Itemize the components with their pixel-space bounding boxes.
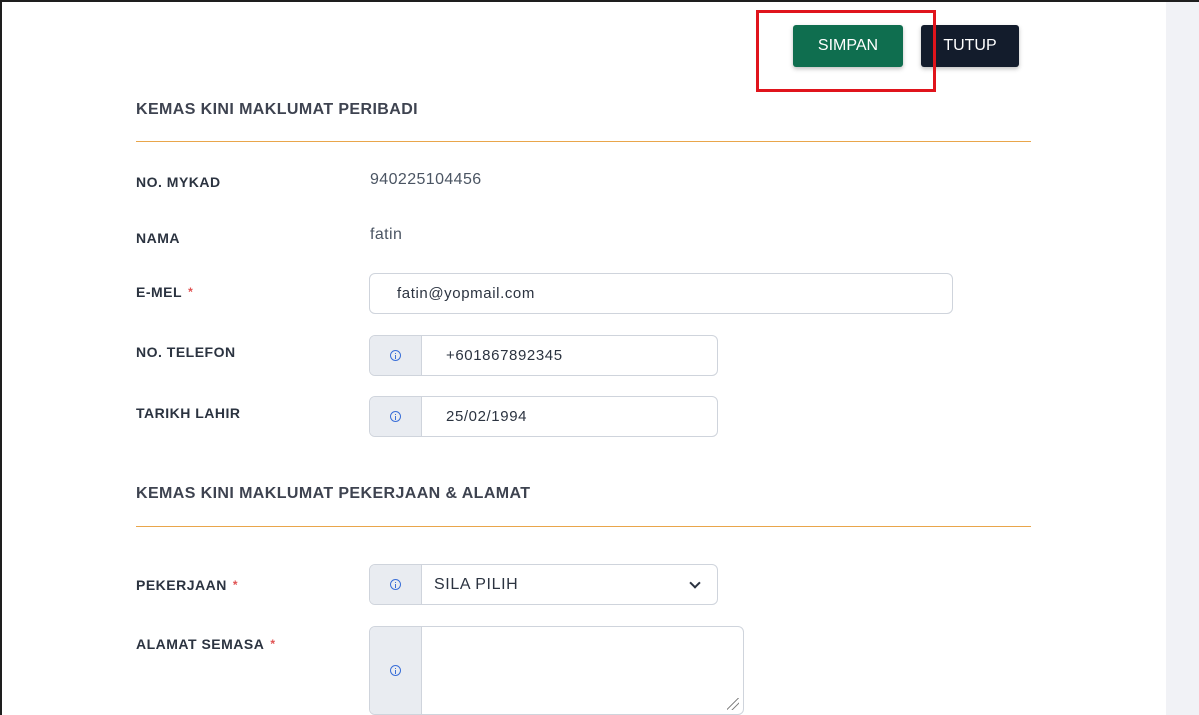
alamat-addon — [370, 627, 422, 714]
tarikh-lahir-label: TARIKH LAHIR — [136, 405, 241, 421]
tarikh-lahir-field-value: 25/02/1994 — [446, 408, 528, 425]
email-field-value: fatin@yopmail.com — [397, 285, 535, 302]
pekerjaan-selected-value: SILA PILIH — [434, 575, 519, 593]
email-label: E-MEL * — [136, 284, 193, 300]
telefon-field[interactable]: +601867892345 — [369, 335, 718, 376]
pekerjaan-label-text: PEKERJAAN — [136, 577, 227, 593]
telefon-label: NO. TELEFON — [136, 344, 236, 360]
save-button[interactable]: SIMPAN — [793, 25, 903, 67]
alamat-textarea[interactable] — [369, 626, 744, 715]
section-divider — [136, 141, 1031, 142]
mykad-value: 940225104456 — [370, 171, 482, 188]
nama-label: NAMA — [136, 230, 180, 246]
email-label-text: E-MEL — [136, 284, 183, 300]
chevron-down-icon[interactable] — [689, 576, 701, 589]
alamat-label: ALAMAT SEMASA * — [136, 636, 276, 652]
section-title-job-address: KEMAS KINI MAKLUMAT PEKERJAAN & ALAMAT — [136, 485, 531, 502]
alamat-label-text: ALAMAT SEMASA — [136, 636, 265, 652]
info-icon — [390, 579, 401, 590]
info-icon — [390, 350, 401, 361]
telefon-field-value: +601867892345 — [446, 347, 563, 364]
info-icon — [390, 665, 401, 676]
required-mark: * — [232, 578, 239, 592]
mykad-label: NO. MYKAD — [136, 174, 221, 190]
required-mark: * — [188, 285, 194, 299]
alamat-textarea-input[interactable] — [422, 627, 743, 714]
info-icon — [390, 411, 401, 422]
resize-handle-icon[interactable] — [727, 698, 739, 710]
section-divider — [136, 526, 1031, 527]
pekerjaan-addon — [370, 565, 422, 604]
pekerjaan-label: PEKERJAAN * — [136, 577, 238, 593]
tarikh-lahir-addon — [370, 397, 422, 436]
close-button[interactable]: TUTUP — [921, 25, 1019, 67]
nama-value: fatin — [370, 226, 403, 243]
email-field[interactable]: fatin@yopmail.com — [369, 273, 953, 314]
required-mark: * — [270, 637, 276, 651]
tarikh-lahir-field[interactable]: 25/02/1994 — [369, 396, 718, 437]
pekerjaan-select[interactable]: SILA PILIH — [369, 564, 718, 605]
section-title-personal: KEMAS KINI MAKLUMAT PERIBADI — [136, 101, 419, 118]
right-side-panel — [1166, 2, 1199, 715]
telefon-addon — [370, 336, 422, 375]
